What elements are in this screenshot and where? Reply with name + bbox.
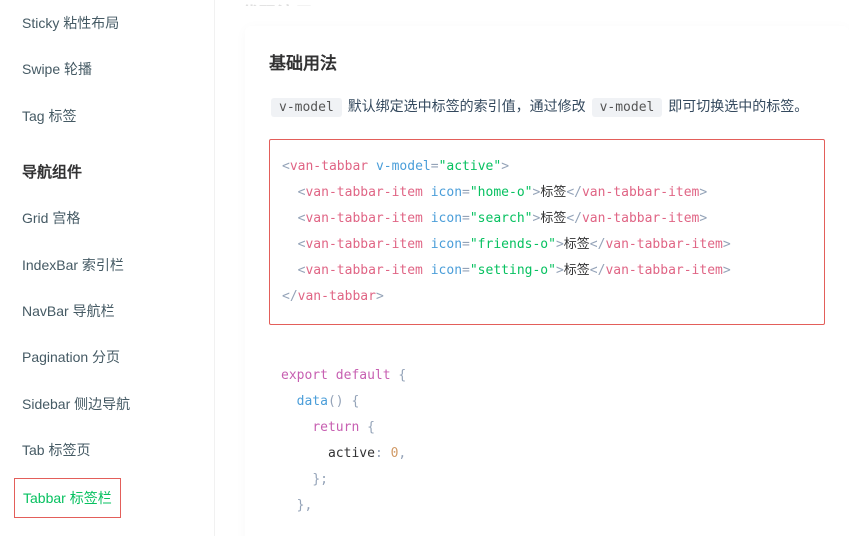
sidebar-item-sidebar[interactable]: Sidebar 侧边导航 — [0, 381, 214, 427]
sidebar-item-indexbar[interactable]: IndexBar 索引栏 — [0, 242, 214, 288]
inline-code: v-model — [271, 98, 342, 117]
sidebar-item-pagination[interactable]: Pagination 分页 — [0, 334, 214, 380]
desc-text: 默认绑定选中标签的索引值，通过修改 — [348, 98, 586, 114]
section-title: 基础用法 — [269, 50, 825, 77]
main-content: 代码演示 基础用法 v-model 默认绑定选中标签的索引值，通过修改 v-mo… — [215, 0, 849, 536]
sidebar-item-navbar[interactable]: NavBar 导航栏 — [0, 288, 214, 334]
sidebar: Sticky 粘性布局 Swipe 轮播 Tag 标签 导航组件 Grid 宫格… — [0, 0, 215, 536]
sidebar-item-grid[interactable]: Grid 宫格 — [0, 195, 214, 241]
sidebar-item-treeselect[interactable]: TreeSelect 分类选择 — [0, 522, 214, 536]
desc-text: 即可切换选中的标签。 — [668, 98, 808, 114]
section-desc: v-model 默认绑定选中标签的索引值，通过修改 v-model 即可切换选中… — [269, 95, 825, 119]
sidebar-item-tag[interactable]: Tag 标签 — [0, 93, 214, 139]
code-block-js: export default { data() { return { activ… — [269, 349, 825, 533]
code-block-html: <van-tabbar v-model="active"> <van-tabba… — [269, 139, 825, 325]
sidebar-item-tab[interactable]: Tab 标签页 — [0, 427, 214, 473]
demo-card: 基础用法 v-model 默认绑定选中标签的索引值，通过修改 v-model 即… — [245, 26, 849, 536]
inline-code: v-model — [592, 98, 663, 117]
sidebar-item-swipe[interactable]: Swipe 轮播 — [0, 46, 214, 92]
sidebar-item-sticky[interactable]: Sticky 粘性布局 — [0, 0, 214, 46]
sidebar-item-tabbar[interactable]: Tabbar 标签栏 — [14, 478, 121, 518]
sidebar-group-heading: 导航组件 — [0, 139, 214, 195]
demo-heading: 代码演示 — [241, 0, 849, 6]
